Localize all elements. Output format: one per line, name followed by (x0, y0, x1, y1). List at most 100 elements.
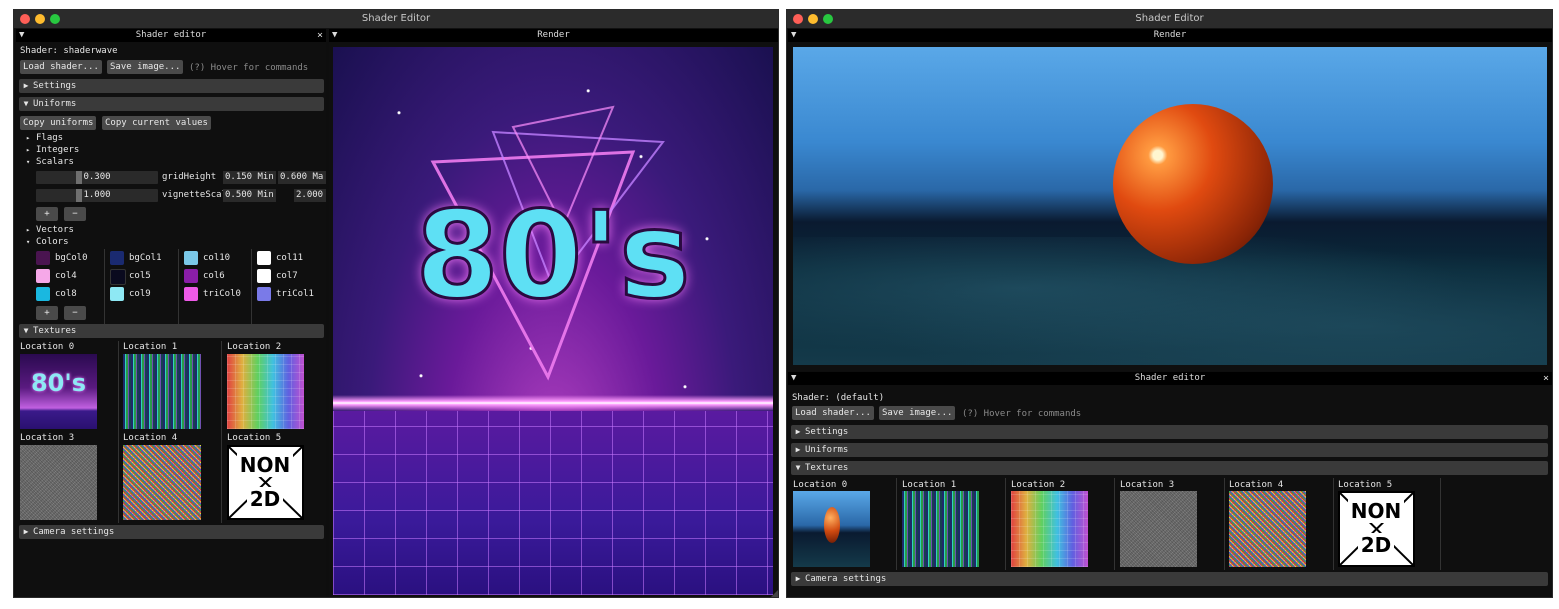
column-separator (104, 249, 105, 329)
minimize-window-button[interactable] (35, 14, 45, 24)
color-swatch-col11[interactable] (257, 251, 271, 265)
non2d-top-text: NON (237, 453, 293, 477)
save-image-button[interactable]: Save image... (107, 60, 184, 74)
tree-scalars[interactable]: ▾ Scalars (26, 157, 74, 168)
color-swatch-col4[interactable] (36, 269, 50, 283)
collapse-icon[interactable]: ▼ (791, 29, 796, 42)
max-input[interactable]: 0.600 Ma (278, 171, 326, 184)
close-window-button[interactable] (20, 14, 30, 24)
color-swatch-tricol0[interactable] (184, 287, 198, 301)
render-header[interactable]: ▼ Render (329, 29, 778, 42)
remove-color-button[interactable]: − (64, 306, 86, 320)
color-label: col4 (55, 271, 77, 281)
max-input[interactable]: 2.000 (294, 189, 326, 202)
color-label: col7 (276, 271, 298, 281)
color-swatch-col7[interactable] (257, 269, 271, 283)
shader-editor-header[interactable]: ▼ Shader editor × (16, 29, 326, 42)
column-separator (1333, 478, 1334, 570)
texture-location-4[interactable] (123, 445, 201, 520)
render-80s-text: 80's (414, 186, 692, 328)
tree-flags[interactable]: ▸ Flags (26, 133, 63, 144)
tree-vectors[interactable]: ▸ Vectors (26, 225, 74, 236)
texture-location-3[interactable] (1120, 491, 1197, 567)
settings-header[interactable]: ▶ Settings (19, 79, 324, 93)
texture-location-2[interactable] (227, 354, 304, 429)
add-color-button[interactable]: + (36, 306, 58, 320)
chevron-down-icon: ▾ (26, 238, 31, 246)
color-swatch-tricol1[interactable] (257, 287, 271, 301)
texture-location-1[interactable] (123, 354, 201, 429)
location-1-label: Location 1 (123, 342, 178, 352)
color-label: triCol0 (203, 289, 241, 299)
tree-colors[interactable]: ▾ Colors (26, 237, 69, 248)
textures-header[interactable]: ▼ Textures (791, 461, 1548, 475)
close-icon[interactable]: × (317, 29, 323, 42)
settings-header[interactable]: ▶ Settings (791, 425, 1548, 439)
chevron-right-icon: ▸ (26, 146, 31, 154)
color-swatch-col9[interactable] (110, 287, 124, 301)
location-2-label: Location 2 (227, 342, 282, 352)
color-swatch-bgcol1[interactable] (110, 251, 124, 265)
left-window: Shader Editor ▼ Shader editor × Shader: … (13, 9, 779, 598)
gridheight-slider[interactable]: 0.300 (36, 171, 158, 184)
render-viewport[interactable] (793, 47, 1547, 365)
color-swatch-col5[interactable] (110, 269, 126, 285)
uniforms-header[interactable]: ▶ Uniforms (791, 443, 1548, 457)
mini-sphere (824, 507, 840, 543)
color-swatch-col10[interactable] (184, 251, 198, 265)
color-swatch-bgcol0[interactable] (36, 251, 50, 265)
shader-label: Shader: shaderwave (20, 46, 118, 56)
location-5-label: Location 5 (1338, 480, 1393, 490)
min-input[interactable]: 0.500 Min (223, 189, 276, 202)
chevron-right-icon: ▸ (26, 134, 31, 142)
load-shader-button[interactable]: Load shader... (20, 60, 102, 74)
add-scalar-button[interactable]: + (36, 207, 58, 221)
camera-settings-header[interactable]: ▶ Camera settings (791, 572, 1548, 586)
texture-location-2[interactable] (1011, 491, 1088, 567)
render-header[interactable]: ▼ Render (788, 29, 1552, 42)
collapse-icon[interactable]: ▼ (332, 29, 337, 42)
uniforms-header[interactable]: ▼ Uniforms (19, 97, 324, 111)
window-title: Shader Editor (1135, 13, 1204, 24)
zoom-window-button[interactable] (50, 14, 60, 24)
collapse-icon[interactable]: ▼ (19, 29, 24, 42)
texture-location-0[interactable]: 80's (20, 354, 97, 429)
shader-editor-pane: ▼ Shader editor × Shader: (default) Load… (788, 372, 1552, 597)
min-input[interactable]: 0.150 Min (223, 171, 276, 184)
hover-hint[interactable]: (?) Hover for commands (189, 63, 308, 73)
vignettescale-slider[interactable]: 1.000 (36, 189, 158, 202)
save-image-button[interactable]: Save image... (879, 406, 956, 420)
copy-uniforms-button[interactable]: Copy uniforms (20, 116, 97, 130)
section-label: Uniforms (805, 445, 849, 455)
collapse-icon[interactable]: ▼ (791, 372, 796, 385)
location-0-label: Location 0 (20, 342, 75, 352)
close-icon[interactable]: × (1543, 372, 1549, 385)
texture-location-5[interactable]: NON 2D (1338, 491, 1415, 567)
texture-location-5[interactable]: NON 2D (227, 445, 304, 520)
shader-editor-header[interactable]: ▼ Shader editor × (788, 372, 1552, 385)
pane-title: Shader editor (135, 30, 207, 40)
window-controls (20, 14, 60, 24)
render-viewport[interactable]: 80's (333, 47, 773, 595)
non2d-top-text: NON (1348, 499, 1404, 523)
texture-location-1[interactable] (902, 491, 979, 567)
color-swatch-col6[interactable] (184, 269, 198, 283)
minimize-window-button[interactable] (808, 14, 818, 24)
tree-integers[interactable]: ▸ Integers (26, 145, 79, 156)
collapse-icon: ▼ (23, 326, 29, 335)
load-shader-button[interactable]: Load shader... (792, 406, 874, 420)
location-0-label: Location 0 (793, 480, 848, 490)
color-swatch-col8[interactable] (36, 287, 50, 301)
copy-current-values-button[interactable]: Copy current values (102, 116, 211, 130)
zoom-window-button[interactable] (823, 14, 833, 24)
close-window-button[interactable] (793, 14, 803, 24)
remove-scalar-button[interactable]: − (64, 207, 86, 221)
resize-handle[interactable] (770, 590, 778, 597)
texture-location-0[interactable] (793, 491, 870, 567)
hover-hint[interactable]: (?) Hover for commands (962, 409, 1081, 419)
camera-settings-header[interactable]: ▶ Camera settings (19, 525, 324, 539)
texture-location-4[interactable] (1229, 491, 1306, 567)
color-label: col5 (129, 271, 151, 281)
textures-header[interactable]: ▼ Textures (19, 324, 324, 338)
texture-location-3[interactable] (20, 445, 97, 520)
